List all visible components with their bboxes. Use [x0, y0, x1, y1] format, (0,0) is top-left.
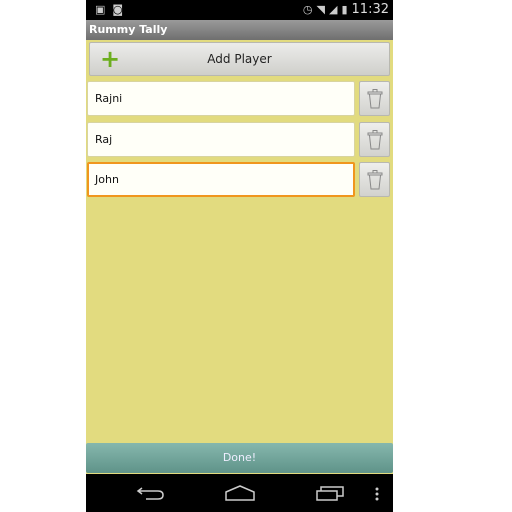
add-player-label: Add Player [207, 52, 272, 66]
trash-icon [367, 130, 383, 150]
player-row: Rajni [86, 81, 393, 117]
overflow-menu-icon[interactable] [374, 486, 380, 502]
back-icon[interactable] [136, 484, 166, 502]
phone-screen: ▣ ◙ ◷ ◥ ◢ ▮ 11:32 Rummy Tally + Add Play… [86, 0, 393, 512]
navigation-bar [86, 474, 393, 512]
trash-icon [367, 170, 383, 190]
image-icon: ▣ [95, 3, 106, 16]
delete-player-button[interactable] [359, 81, 390, 116]
alarm-icon: ◷ [302, 2, 313, 16]
status-time: 11:32 [351, 2, 389, 17]
player-row: Raj [86, 122, 393, 158]
battery-icon: ▮ [341, 2, 348, 16]
camera-icon: ◙ [112, 3, 124, 16]
home-icon[interactable] [224, 484, 256, 502]
recent-apps-icon[interactable] [315, 484, 345, 502]
done-button[interactable]: Done! [86, 443, 393, 473]
trash-icon [367, 89, 383, 109]
app-title: Rummy Tally [86, 20, 393, 40]
status-bar: ▣ ◙ ◷ ◥ ◢ ▮ 11:32 [86, 0, 393, 20]
add-player-button[interactable]: + Add Player [89, 42, 390, 76]
delete-player-button[interactable] [359, 162, 390, 197]
signal-icon: ◢ [329, 2, 338, 16]
player-row: John [86, 162, 393, 198]
delete-player-button[interactable] [359, 122, 390, 157]
player-name-input[interactable]: John [87, 162, 355, 197]
player-name-input[interactable]: Raj [87, 122, 355, 157]
wifi-icon: ◥ [316, 2, 325, 16]
player-name-input[interactable]: Rajni [87, 81, 355, 116]
